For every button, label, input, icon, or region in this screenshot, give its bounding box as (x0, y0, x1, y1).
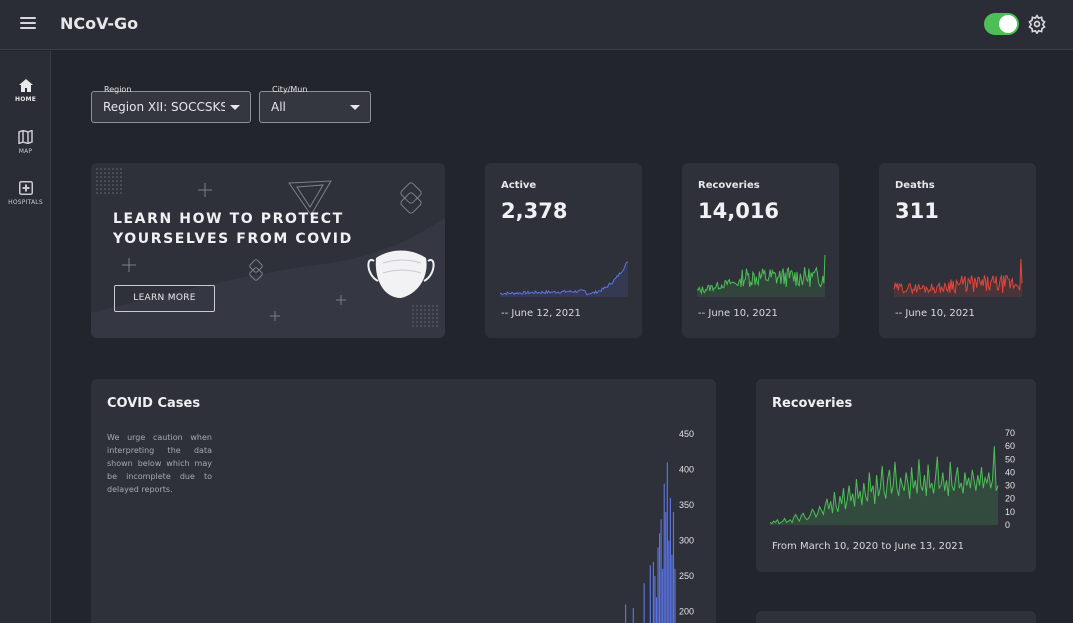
deaths-sparkline (893, 258, 1023, 297)
recoveries-stat-card: Recoveries 14,016 -- June 10, 2021 (682, 163, 839, 338)
case-bar (666, 462, 668, 623)
stat-date: -- June 10, 2021 (698, 308, 778, 319)
y-tick-label: 250 (679, 571, 694, 581)
learn-more-button[interactable]: LEARN MORE (114, 285, 215, 312)
gear-icon[interactable] (1027, 14, 1047, 34)
theme-toggle[interactable] (984, 13, 1019, 35)
y-tick-label: 70 (1005, 428, 1015, 438)
recoveries-card: Recoveries 70 60 50 40 30 20 10 0 From March 10… (756, 379, 1036, 572)
region-select[interactable]: Region Region XII: SOCCSKSARGEN (91, 85, 251, 123)
case-bar (632, 607, 634, 623)
covid-info-banner: LEARN HOW TO PROTECT YOURSELVES FROM COV… (91, 163, 445, 338)
stat-date: -- June 10, 2021 (895, 308, 975, 319)
covid-cases-card: COVID Cases We urge caution when interpr… (91, 379, 716, 623)
data-caution-note: We urge caution when interpreting the da… (107, 433, 212, 494)
y-tick-label: 60 (1005, 441, 1015, 451)
y-tick-label: 10 (1005, 507, 1015, 517)
chevron-down-icon (350, 105, 360, 110)
covid-cases-chart: 450 400 350 300 250 200 (625, 429, 694, 623)
y-tick-label: 20 (1005, 494, 1015, 504)
stat-label: Deaths (895, 180, 935, 191)
case-bar (662, 568, 664, 623)
card-title: Recoveries (772, 396, 853, 411)
case-bar (665, 512, 667, 623)
deaths-stat-card: Deaths 311 -- June 10, 2021 (879, 163, 1036, 338)
city-select[interactable]: City/Mun All (259, 85, 371, 123)
case-bar (668, 540, 670, 623)
sidebar-item-label: MAP (18, 148, 33, 155)
case-bar (671, 554, 673, 623)
sidebar-item-hospitals[interactable]: HOSPITALS (0, 181, 51, 227)
banner-title: LEARN HOW TO PROTECT YOURSELVES FROM COV… (113, 211, 353, 247)
case-bar (663, 483, 665, 623)
toggle-knob (999, 15, 1017, 33)
case-bar (669, 497, 671, 623)
sidebar: HOME MAP HOSPITALS (0, 51, 51, 623)
y-tick-label: 40 (1005, 467, 1015, 477)
y-tick-label: 30 (1005, 481, 1015, 491)
stat-label: Active (501, 180, 537, 191)
case-bar (659, 533, 661, 623)
map-icon (18, 130, 33, 144)
recoveries-chart: 70 60 50 40 30 20 10 0 (770, 428, 1015, 530)
case-bar (672, 512, 675, 623)
y-tick-label: 200 (679, 607, 694, 617)
case-bar (649, 565, 651, 623)
case-bar (625, 604, 627, 623)
card-title: COVID Cases (107, 396, 201, 411)
sidebar-item-label: HOME (15, 96, 36, 103)
y-tick-label: 450 (679, 429, 694, 439)
stat-date: -- June 12, 2021 (501, 308, 581, 319)
stat-value: 311 (895, 199, 939, 223)
hamburger-icon[interactable] (20, 17, 36, 31)
case-bar (654, 576, 656, 623)
y-tick-label: 350 (679, 500, 694, 510)
sidebar-item-home[interactable]: HOME (0, 79, 51, 125)
y-tick-label: 300 (679, 536, 694, 546)
region-select-value: Region XII: SOCCSKSARGEN (103, 100, 225, 114)
stat-value: 14,016 (698, 199, 780, 223)
case-bar (674, 568, 676, 623)
sparkline-area (500, 262, 628, 297)
y-tick-label: 50 (1005, 454, 1015, 464)
date-range-text: From March 10, 2020 to June 13, 2021 (772, 541, 965, 552)
recoveries-sparkline (696, 254, 826, 297)
sidebar-item-label: HOSPITALS (8, 199, 43, 206)
home-icon (18, 79, 33, 92)
case-bar (660, 519, 662, 623)
stat-label: Recoveries (698, 180, 760, 191)
case-bar (652, 561, 654, 623)
y-tick-label: 400 (679, 465, 694, 475)
active-stat-card: Active 2,378 -- June 12, 2021 (485, 163, 642, 338)
app-bar: NCoV-Go (0, 0, 1073, 50)
case-bar (655, 597, 658, 623)
app-title: NCoV-Go (60, 14, 139, 33)
city-select-value: All (271, 100, 286, 114)
y-tick-label: 0 (1005, 520, 1010, 530)
case-bar (643, 583, 645, 623)
city-select-label: City/Mun (272, 85, 308, 94)
stat-value: 2,378 (501, 199, 568, 223)
chevron-down-icon (230, 105, 240, 110)
sidebar-item-map[interactable]: MAP (0, 130, 51, 176)
region-select-label: Region (104, 85, 132, 94)
case-bar (657, 547, 659, 623)
hospital-icon (18, 181, 33, 195)
bottom-card (756, 611, 1036, 623)
active-sparkline (499, 261, 629, 297)
